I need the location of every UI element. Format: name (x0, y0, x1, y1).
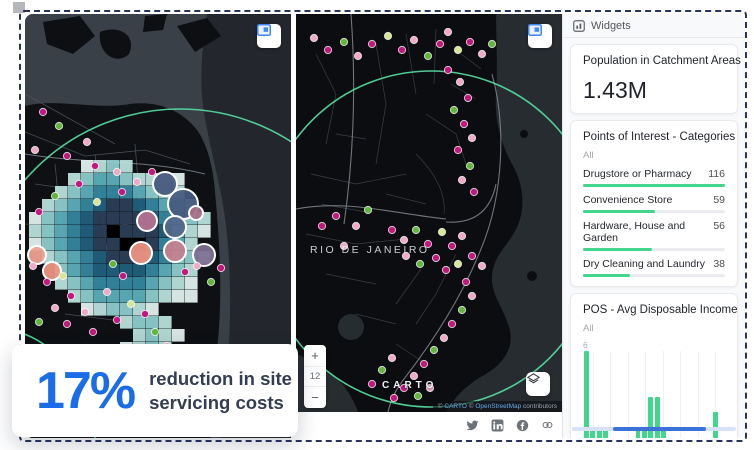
zoom-level: 12 (304, 366, 326, 387)
poi-label: Drugstore or Pharmacy (583, 168, 692, 180)
stat-callout-card: 17% reduction in site servicing costs (12, 344, 298, 437)
attr-link-osm[interactable]: OpenStreetMap (475, 403, 521, 410)
horizontal-scrollbar[interactable] (572, 427, 736, 431)
widgets-icon (573, 20, 585, 32)
poi-label: Dry Cleaning and Laundry (583, 258, 705, 270)
poi-bar-fill (583, 210, 655, 213)
stat-value: 17% (36, 361, 134, 421)
poi-bar-track (583, 210, 725, 213)
zoom-control: + 12 − (304, 345, 326, 408)
poi-bar-fill (583, 184, 725, 187)
share-bar (296, 412, 562, 438)
poi-bar-fill (583, 248, 652, 251)
city-label: RIO DE JANEIRO (310, 244, 430, 256)
layers-icon (526, 372, 541, 387)
widgets-header: Widgets (563, 14, 745, 38)
widget-title: Points of Interest - Categories (583, 131, 725, 143)
histogram-bar[interactable] (655, 397, 660, 439)
filter-state-label: All (583, 323, 725, 334)
histogram-plot (584, 351, 724, 438)
histogram-bars (584, 351, 724, 438)
population-widget: Population in Catchment Areas 1.43M (570, 44, 738, 114)
attr-copy-1: © (438, 403, 443, 410)
widget-title: Population in Catchment Areas (583, 55, 725, 67)
basemap-selector-button[interactable] (526, 372, 550, 396)
y-axis-max-label: 6 (583, 340, 588, 350)
population-value: 1.43M (583, 77, 725, 104)
city-poi-map[interactable]: RIO DE JANEIRO CARTO © CARTO © OpenStree… (296, 14, 562, 412)
right-map-art (296, 14, 562, 412)
map-window-button-left[interactable] (257, 24, 281, 48)
poi-bar-track (583, 248, 725, 251)
widgets-title: Widgets (591, 20, 631, 32)
income-histogram-widget: POS - Avg Disposable Income All 6 12k142… (570, 293, 738, 438)
histogram-bar[interactable] (584, 351, 589, 438)
map-window-button-right[interactable] (528, 24, 552, 48)
poi-label: Hardware, House and Garden (583, 220, 713, 244)
widgets-list: Population in Catchment Areas 1.43M Poin… (563, 38, 745, 438)
poi-count: 38 (713, 258, 725, 270)
widget-title: POS - Avg Disposable Income (583, 304, 725, 316)
twitter-icon[interactable] (466, 419, 479, 432)
poi-category-list: Drugstore or Pharmacy 116 Convenience Stor… (583, 161, 725, 277)
carto-watermark: CARTO (382, 380, 437, 391)
attr-link-carto[interactable]: CARTO (444, 403, 467, 410)
window-icon (257, 24, 271, 36)
poi-category-row[interactable]: Dry Cleaning and Laundry 38 (583, 251, 725, 277)
poi-bar-fill (583, 274, 630, 277)
map-attribution: © CARTO © OpenStreetMap contributors (433, 401, 562, 412)
poi-count: 116 (708, 168, 725, 180)
zoom-in-button[interactable]: + (304, 345, 326, 366)
poi-category-row[interactable]: Drugstore or Pharmacy 116 (583, 161, 725, 187)
income-histogram: 6 12k142k247k351k455k559k663k768k (583, 340, 725, 438)
poi-bar-track (583, 184, 725, 187)
stat-description: reduction in site servicing costs (149, 367, 298, 414)
facebook-icon[interactable] (516, 419, 529, 432)
poi-count: 59 (713, 194, 725, 206)
marketing-canvas: RIO DE JANEIRO CARTO © CARTO © OpenStree… (0, 0, 754, 450)
attr-copy-2: © (469, 403, 474, 410)
poi-categories-widget: Points of Interest - Categories All Drug… (570, 120, 738, 287)
copy-link-icon[interactable] (541, 419, 554, 432)
zoom-out-button[interactable]: − (304, 387, 326, 408)
widgets-sidebar: Widgets Population in Catchment Areas 1.… (562, 14, 745, 438)
histogram-bar[interactable] (713, 412, 718, 438)
poi-category-row[interactable]: Convenience Store 59 (583, 187, 725, 213)
filter-state-label: All (583, 150, 725, 161)
poi-bar-track (583, 274, 725, 277)
poi-category-row[interactable]: Hardware, House and Garden56 (583, 213, 725, 251)
poi-count: 56 (713, 220, 725, 232)
histogram-bar[interactable] (648, 397, 653, 439)
linkedin-icon[interactable] (491, 419, 504, 432)
scrollbar-thumb[interactable] (613, 427, 706, 431)
basemap-column: RIO DE JANEIRO CARTO © CARTO © OpenStree… (296, 14, 562, 438)
attr-suffix: contributors (523, 403, 557, 410)
window-icon (528, 24, 542, 36)
poi-label: Convenience Store (583, 194, 672, 206)
